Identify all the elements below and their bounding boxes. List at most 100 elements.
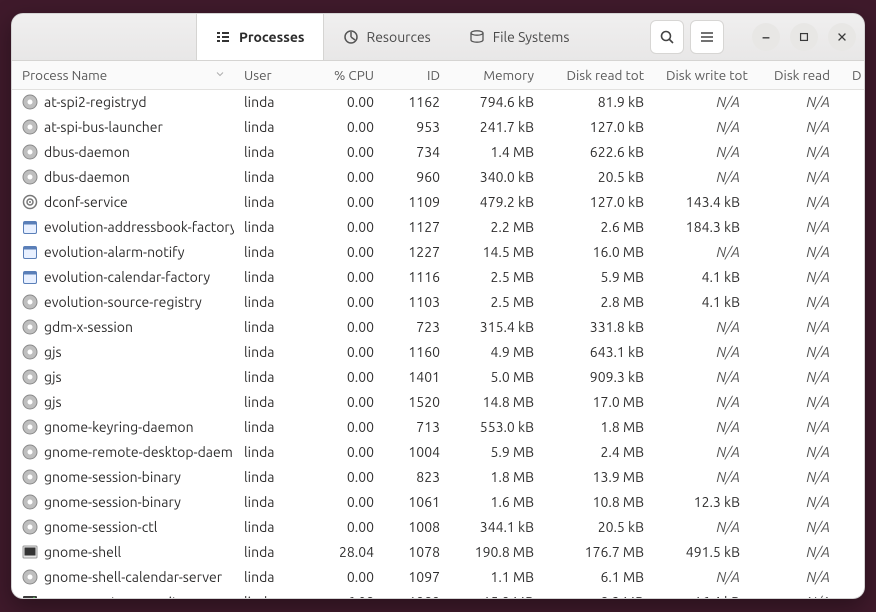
cell-disk-write-total: N/A [656, 140, 752, 165]
table-row[interactable]: at-spi-bus-launcherlinda0.00953241.7 kB1… [12, 115, 864, 140]
table-row[interactable]: evolution-addressbook-factorylinda0.0011… [12, 215, 864, 240]
cell-disk-read: N/A [752, 265, 842, 290]
cell-disk-read: N/A [752, 440, 842, 465]
cell-disk-read: N/A [752, 90, 842, 115]
tab-processes[interactable]: Processes [196, 14, 324, 60]
table-row[interactable]: gnome-remote-desktop-daemlinda0.0010045.… [12, 440, 864, 465]
cell-disk-read-total: 2.4 MB [546, 440, 656, 465]
process-name: gnome-session-ctl [44, 518, 157, 536]
tab-resources[interactable]: Resources [324, 14, 450, 60]
table-row[interactable]: at-spi2-registrydlinda0.001162794.6 kB81… [12, 90, 864, 115]
cell-id: 1401 [386, 365, 452, 390]
cell-memory: 5.0 MB [452, 365, 546, 390]
cell-memory: 14.5 MB [452, 240, 546, 265]
table-row[interactable]: dbus-daemonlinda0.00960340.0 kB20.5 kBN/… [12, 165, 864, 190]
cell-disk-write-total: 4.1 kB [656, 265, 752, 290]
cell-disk-write-total: N/A [656, 415, 752, 440]
target-icon [22, 194, 38, 210]
gear-icon [22, 569, 38, 585]
window-maximize-button[interactable] [790, 23, 818, 51]
cell-disk-read-total: 2.6 MB [546, 215, 656, 240]
cell-disk-read-total: 2.8 MB [546, 290, 656, 315]
col-id[interactable]: ID [386, 61, 452, 90]
cell-memory: 1.8 MB [452, 465, 546, 490]
cell-memory: 2.2 MB [452, 215, 546, 240]
cell-memory: 4.9 MB [452, 340, 546, 365]
cell-cpu: 0.00 [300, 265, 386, 290]
window-close-button[interactable] [828, 23, 856, 51]
hamburger-menu-button[interactable] [690, 20, 724, 54]
table-row[interactable]: gjslinda0.0014015.0 MB909.3 kBN/AN/A [12, 365, 864, 390]
cell-user: linda [234, 165, 300, 190]
cell-disk-read: N/A [752, 240, 842, 265]
cell-disk-write-total: N/A [656, 390, 752, 415]
cal-icon [22, 244, 38, 260]
cell-id: 734 [386, 140, 452, 165]
cell-id: 1061 [386, 490, 452, 515]
cell-disk-write-total: 491.5 kB [656, 540, 752, 565]
table-row[interactable]: gnome-system-monitorlinda6.08198915.9 MB… [12, 590, 864, 599]
cell-disk-read-total: 81.9 kB [546, 90, 656, 115]
cell-cpu: 0.00 [300, 215, 386, 240]
cell-user: linda [234, 365, 300, 390]
table-row[interactable]: gjslinda0.00152014.8 MB17.0 MBN/AN/A [12, 390, 864, 415]
table-row[interactable]: evolution-calendar-factorylinda0.0011162… [12, 265, 864, 290]
col-disk-write-total[interactable]: Disk write tot [656, 61, 752, 90]
cell-id: 1160 [386, 340, 452, 365]
cell-memory: 344.1 kB [452, 515, 546, 540]
table-row[interactable]: gjslinda0.0011604.9 MB643.1 kBN/AN/A [12, 340, 864, 365]
process-name: gdm-x-session [44, 318, 133, 336]
table-row[interactable]: gnome-keyring-daemonlinda0.00713553.0 kB… [12, 415, 864, 440]
process-name: evolution-addressbook-factory [44, 218, 234, 236]
table-row[interactable]: evolution-alarm-notifylinda0.00122714.5 … [12, 240, 864, 265]
cell-user: linda [234, 190, 300, 215]
cell-user: linda [234, 415, 300, 440]
process-name: gnome-shell [44, 543, 121, 561]
tab-filesystems[interactable]: File Systems [450, 14, 589, 60]
cell-cpu: 0.00 [300, 315, 386, 340]
process-name: evolution-source-registry [44, 293, 202, 311]
table-row[interactable]: gnome-session-binarylinda0.008231.8 MB13… [12, 465, 864, 490]
col-more[interactable]: D [842, 61, 864, 90]
gear-icon [22, 144, 38, 160]
cell-cpu: 0.00 [300, 90, 386, 115]
table-row[interactable]: evolution-source-registrylinda0.0011032.… [12, 290, 864, 315]
col-process-name[interactable]: Process Name [12, 61, 234, 90]
col-disk-read[interactable]: Disk read [752, 61, 842, 90]
cell-user: linda [234, 490, 300, 515]
search-button[interactable] [650, 20, 684, 54]
table-row[interactable]: gnome-shelllinda28.041078190.8 MB176.7 M… [12, 540, 864, 565]
process-name: gjs [44, 343, 62, 361]
col-memory[interactable]: Memory [452, 61, 546, 90]
table-row[interactable]: dconf-servicelinda0.001109479.2 kB127.0 … [12, 190, 864, 215]
table-row[interactable]: gdm-x-sessionlinda0.00723315.4 kB331.8 k… [12, 315, 864, 340]
cell-id: 713 [386, 415, 452, 440]
cell-memory: 14.8 MB [452, 390, 546, 415]
col-cpu[interactable]: % CPU [300, 61, 386, 90]
cell-memory: 553.0 kB [452, 415, 546, 440]
cell-disk-write-total: N/A [656, 440, 752, 465]
cell-id: 1227 [386, 240, 452, 265]
col-disk-read-total[interactable]: Disk read tot [546, 61, 656, 90]
window-minimize-button[interactable] [752, 23, 780, 51]
table-row[interactable]: dbus-daemonlinda0.007341.4 MB622.6 kBN/A… [12, 140, 864, 165]
cell-disk-read: N/A [752, 340, 842, 365]
table-row[interactable]: gnome-session-ctllinda0.001008344.1 kB20… [12, 515, 864, 540]
cell-disk-write-total: N/A [656, 515, 752, 540]
gear-icon [22, 519, 38, 535]
cell-disk-read-total: 16.0 MB [546, 240, 656, 265]
cell-disk-write-total: N/A [656, 240, 752, 265]
cell-user: linda [234, 465, 300, 490]
cell-disk-read: N/A [752, 190, 842, 215]
disk-icon [469, 29, 485, 45]
table-row[interactable]: gnome-session-binarylinda0.0010611.6 MB1… [12, 490, 864, 515]
col-user[interactable]: User [234, 61, 300, 90]
cell-disk-read: N/A [752, 215, 842, 240]
table-row[interactable]: gnome-shell-calendar-serverlinda0.001097… [12, 565, 864, 590]
cell-id: 960 [386, 165, 452, 190]
cell-disk-read-total: 13.9 MB [546, 465, 656, 490]
cell-cpu: 0.00 [300, 565, 386, 590]
cell-user: linda [234, 90, 300, 115]
cell-disk-read: N/A [752, 415, 842, 440]
chevron-down-icon [214, 67, 226, 83]
